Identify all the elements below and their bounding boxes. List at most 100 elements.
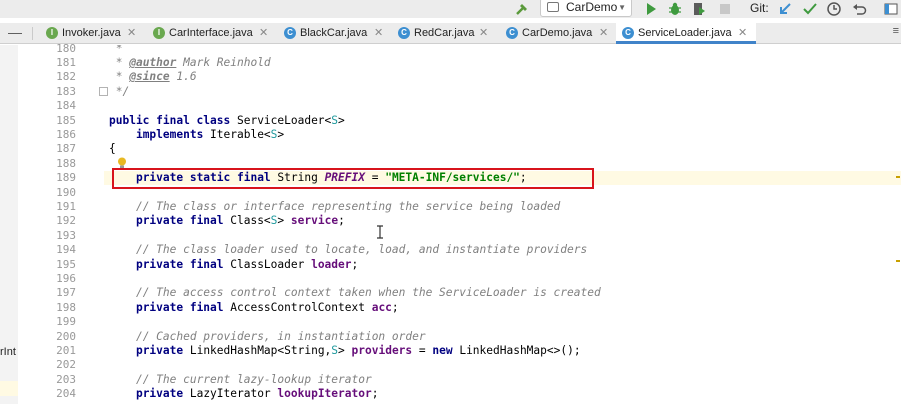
comment: * xyxy=(115,45,123,55)
tab-label: RedCar.java xyxy=(414,27,475,39)
line-number: 190 xyxy=(56,186,76,199)
comment: // Cached providers, in instantiation or… xyxy=(135,330,426,343)
code-line: public final class ServiceLoader<S> xyxy=(109,114,345,127)
code-line: * @since 1.6 xyxy=(109,70,197,83)
main-toolbar: CarDemo ▼ Git: xyxy=(0,0,901,18)
line-number: 189 xyxy=(56,171,76,184)
tab-redcar[interactable]: C RedCar.java ✕ xyxy=(392,23,497,44)
close-icon[interactable]: ✕ xyxy=(374,23,383,43)
code-line: * xyxy=(109,45,123,56)
comment: // The access control context taken when… xyxy=(135,286,601,299)
tab-label: CarInterface.java xyxy=(169,27,253,39)
line-number: 188 xyxy=(56,157,76,170)
tab-label: CarDemo.java xyxy=(522,27,593,39)
line-number: 204 xyxy=(56,387,76,400)
code-line: private final ClassLoader loader; xyxy=(135,258,359,271)
code-line: { xyxy=(109,142,116,155)
application-icon xyxy=(547,2,559,12)
code-editor[interactable]: * * @author Mark Reinhold * @since 1.6 *… xyxy=(104,45,901,404)
line-number: 180 xyxy=(56,42,76,55)
tab-cardemo[interactable]: C CarDemo.java ✕ xyxy=(500,23,614,44)
class-icon: C xyxy=(622,27,634,39)
line-number: 193 xyxy=(56,229,76,242)
run-configuration-selector[interactable]: CarDemo ▼ xyxy=(540,0,632,17)
close-icon[interactable]: ✕ xyxy=(738,23,747,43)
update-project-icon[interactable] xyxy=(777,1,793,17)
tab-label: Invoker.java xyxy=(62,27,121,39)
code-line: */ xyxy=(109,85,130,98)
chevron-down-icon: ▼ xyxy=(618,3,626,12)
warning-stripe-mark[interactable] xyxy=(896,176,900,178)
editor-tab-bar: — I Invoker.java ✕ I CarInterface.java ✕… xyxy=(0,23,901,44)
tab-separator xyxy=(32,27,33,40)
code-line: private final Class<S> service; xyxy=(135,214,345,227)
line-number: 185 xyxy=(56,114,76,127)
close-icon[interactable]: ✕ xyxy=(479,23,488,43)
stop-icon[interactable] xyxy=(717,1,733,17)
tab-invoker[interactable]: I Invoker.java ✕ xyxy=(40,23,154,44)
line-number: 201 xyxy=(56,344,76,357)
tab-serviceloader[interactable]: C ServiceLoader.java ✕ xyxy=(616,23,756,44)
code-line: // Cached providers, in instantiation or… xyxy=(109,330,426,344)
interface-icon: I xyxy=(46,27,58,39)
class-icon: C xyxy=(506,27,518,39)
revert-icon[interactable] xyxy=(851,1,867,17)
collapse-panel-icon[interactable]: — xyxy=(8,24,22,40)
commit-icon[interactable] xyxy=(802,1,818,17)
close-icon[interactable]: ✕ xyxy=(259,23,268,43)
git-label: Git: xyxy=(750,1,769,15)
javadoc-tag: @since xyxy=(129,70,170,83)
highlight-annotation-box xyxy=(112,168,594,189)
line-number: 191 xyxy=(56,200,76,213)
line-number: 184 xyxy=(56,99,76,112)
line-number: 183 xyxy=(56,85,76,98)
line-number: 202 xyxy=(56,358,76,371)
text-cursor-icon xyxy=(375,225,385,239)
line-number: 195 xyxy=(56,258,76,271)
tab-list-menu-icon[interactable]: ≡ xyxy=(893,25,899,37)
code-line: private LazyIterator lookupIterator; xyxy=(135,387,379,400)
code-line: // The current lazy-lookup iterator xyxy=(109,373,372,387)
side-panel-label[interactable]: rInt xyxy=(0,346,16,358)
comment: // The current lazy-lookup iterator xyxy=(135,373,372,386)
line-number-gutter: 180 181 182 183 184 185 186 187 188 189 … xyxy=(20,42,104,404)
line-number: 192 xyxy=(56,214,76,227)
tab-carinterface[interactable]: I CarInterface.java ✕ xyxy=(147,23,275,44)
code-line: implements Iterable<S> xyxy=(135,128,285,141)
run-configuration-label: CarDemo xyxy=(566,0,618,14)
line-number: 203 xyxy=(56,373,76,386)
line-number: 199 xyxy=(56,315,76,328)
project-structure-icon[interactable] xyxy=(883,1,899,17)
lightbulb-icon[interactable] xyxy=(117,156,127,169)
code-line: * @author Mark Reinhold xyxy=(109,56,271,69)
line-number: 182 xyxy=(56,70,76,83)
fold-marker-icon[interactable] xyxy=(99,87,108,96)
debug-icon[interactable] xyxy=(667,1,683,17)
interface-icon: I xyxy=(153,27,165,39)
history-icon[interactable] xyxy=(826,1,842,17)
side-panel-selection xyxy=(0,381,18,396)
comment: // The class or interface representing t… xyxy=(135,200,561,213)
javadoc-tag: @author xyxy=(129,56,177,69)
line-number: 194 xyxy=(56,243,76,256)
code-line: // The access control context taken when… xyxy=(109,286,601,300)
warning-stripe-mark[interactable] xyxy=(896,260,900,262)
run-icon[interactable] xyxy=(643,1,659,17)
close-icon[interactable]: ✕ xyxy=(599,23,608,43)
code-line: private final AccessControlContext acc; xyxy=(135,301,399,314)
line-number: 198 xyxy=(56,301,76,314)
hammer-icon[interactable] xyxy=(514,1,530,17)
line-number: 186 xyxy=(56,128,76,141)
line-number: 181 xyxy=(56,56,76,69)
tab-blackcar[interactable]: C BlackCar.java ✕ xyxy=(278,23,390,44)
close-icon[interactable]: ✕ xyxy=(127,23,136,43)
line-number: 200 xyxy=(56,330,76,343)
code-line: // The class loader used to locate, load… xyxy=(109,243,587,257)
code-line: // The class or interface representing t… xyxy=(109,200,560,214)
class-icon: C xyxy=(398,27,410,39)
coverage-icon[interactable] xyxy=(691,1,707,17)
comment: // The class loader used to locate, load… xyxy=(135,243,588,256)
tab-label: BlackCar.java xyxy=(300,27,368,39)
line-number: 196 xyxy=(56,272,76,285)
line-number: 187 xyxy=(56,142,76,155)
